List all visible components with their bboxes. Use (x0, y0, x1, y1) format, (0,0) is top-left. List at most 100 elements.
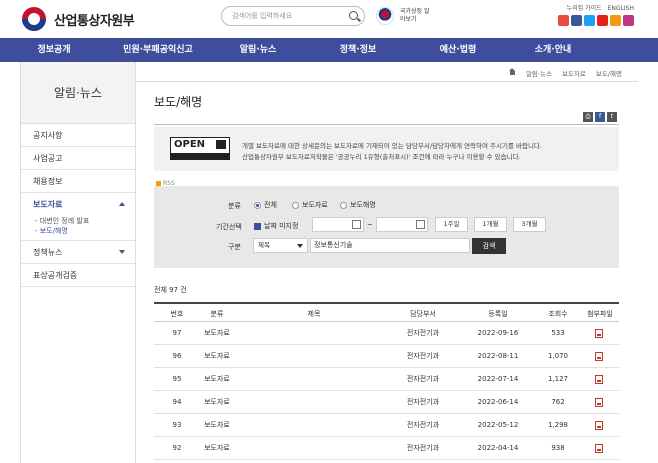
row-category: 보도자료 (204, 398, 230, 406)
kogl-logo-text: OPEN (174, 139, 206, 150)
row-views: 533 (551, 329, 565, 337)
period-1week-button[interactable]: 1주일 (435, 217, 468, 232)
search-placeholder: 검색어를 입력하세요 (232, 12, 293, 20)
row-views: 1,127 (547, 375, 569, 383)
top-link-guide[interactable]: 누리집 가이드 (567, 5, 602, 12)
breadcrumb-item-current: 보도/해명 (595, 70, 622, 78)
radio-press[interactable]: 보도자료 (292, 200, 328, 210)
sidebar-sub-briefing[interactable]: - 대변인 정례 발표 (35, 216, 135, 226)
row-views: 1,070 (547, 352, 569, 360)
table-row[interactable]: 92보도자료자료정보통신기술(ICT) 수출, 역대 최고 ...전자전기과20… (154, 437, 619, 460)
sns-instagram-icon[interactable] (623, 15, 634, 26)
row-dept: 전자전기과 (406, 421, 440, 429)
nav-item-policy[interactable]: 정책·정보 (308, 38, 408, 62)
col-date: 등록일 (488, 310, 508, 318)
calendar-icon[interactable] (352, 220, 361, 229)
sidebar-item-business[interactable]: 사업공고 (21, 147, 135, 170)
sns-twitter-icon[interactable] (584, 15, 595, 26)
date-separator: ~ (367, 221, 373, 229)
flag-text[interactable]: 국가상징 알아보기 (400, 8, 430, 24)
row-views: 762 (551, 398, 565, 406)
facebook-share-icon[interactable]: f (595, 112, 605, 122)
kogl-bar (171, 153, 229, 159)
col-title: 제목 (307, 310, 321, 318)
period-3month-button[interactable]: 3개월 (513, 217, 546, 232)
row-category: 보도자료 (204, 352, 230, 360)
row-dept: 전자전기과 (406, 329, 440, 337)
row-dept: 전자전기과 (406, 444, 440, 452)
radio-all[interactable]: 전체 (254, 200, 277, 210)
total-count: 전체 97 건 (154, 286, 187, 294)
sns-post-icon[interactable] (610, 15, 621, 26)
search-button[interactable]: 검색 (472, 238, 506, 254)
taegeuk-logo-icon (22, 7, 46, 31)
row-date: 2022-08-11 (477, 352, 519, 360)
search-filter: 분류 전체 보도자료 보도해명 기간선택 날짜 미지정 ~ 1주일 1개월 3개… (154, 186, 619, 268)
open-license-box: OPEN 개별 보도자료에 대한 상세문의는 보도자료에 기재되어 있는 담당부… (154, 127, 619, 171)
caret-down-icon (119, 250, 125, 254)
pdf-file-icon[interactable] (595, 421, 603, 430)
logo-text: 산업통상자원부 (54, 13, 135, 29)
breadcrumb-item-news[interactable]: 알림·뉴스 (526, 68, 552, 78)
table-header: 번호 분류 제목 담당부서 등록일 조회수 첨부파일 (154, 302, 619, 322)
nav-item-budget[interactable]: 예산·법령 (408, 38, 508, 62)
search-input[interactable]: 검색어를 입력하세요 (221, 6, 365, 26)
no-date-checkbox[interactable]: 날짜 미지정 (254, 221, 298, 231)
sidebar-item-press[interactable]: 보도자료 (21, 193, 135, 216)
top-header: 산업통상자원부 검색어를 입력하세요 국가상징 알아보기 누리집 가이드 ENG… (0, 0, 658, 38)
nav-item-civil[interactable]: 민원·부패공익신고 (108, 38, 208, 62)
pdf-file-icon[interactable] (595, 352, 603, 361)
sidebar-sub-press-explain[interactable]: - 보도/해명 (35, 226, 135, 236)
search-icon[interactable] (349, 11, 358, 20)
radio-explain[interactable]: 보도해명 (340, 200, 376, 210)
row-category: 보도자료 (204, 444, 230, 452)
table-row[interactable]: 96보도자료자료7월 정보통신기술(ICT) 수출 61.2억...전자전기과2… (154, 345, 619, 368)
sidebar-item-verify[interactable]: 표상공개검증 (21, 264, 135, 287)
sidebar-item-notice[interactable]: 공지사항 (21, 124, 135, 147)
sidebar-item-policy-news-label: 정책뉴스 (33, 248, 63, 257)
row-dept: 전자전기과 (406, 352, 440, 360)
sidebar-title: 알림·뉴스 (21, 62, 135, 124)
top-link-english[interactable]: ENGLISH (608, 5, 634, 12)
period-1month-button[interactable]: 1개월 (474, 217, 507, 232)
row-dept: 전자전기과 (406, 398, 440, 406)
nav-item-about[interactable]: 소개·안내 (508, 38, 598, 62)
table-row[interactable]: 93보도자료자료정보통신기술(ICT)수출, 4월 역대 최...전자전기과20… (154, 414, 619, 437)
table-row[interactable]: 94보도자료자료정보통신기술(ICT)수출, 역대 5월 수...전자전기과20… (154, 391, 619, 414)
search-type-select[interactable]: 제목 (253, 238, 308, 253)
row-date: 2022-07-14 (477, 375, 519, 383)
sns-facebook-icon[interactable] (571, 15, 582, 26)
kogl-logo: OPEN (170, 137, 230, 160)
nav-item-info[interactable]: 정보공개 (0, 38, 108, 62)
pdf-file-icon[interactable] (595, 444, 603, 453)
print-icon[interactable]: ⎙ (583, 112, 593, 122)
end-date-input[interactable] (376, 217, 428, 232)
sns-blog-icon[interactable] (597, 15, 608, 26)
sidebar-item-policy-news[interactable]: 정책뉴스 (21, 241, 135, 264)
site-logo[interactable]: 산업통상자원부 (22, 7, 135, 31)
breadcrumb-item-press[interactable]: 보도자료 (562, 68, 586, 78)
row-dept: 전자전기과 (406, 375, 440, 383)
pdf-file-icon[interactable] (595, 375, 603, 384)
period-label: 기간선택 (216, 223, 242, 231)
twitter-share-icon[interactable]: t (607, 112, 617, 122)
type-label: 구분 (228, 243, 241, 251)
home-icon[interactable] (508, 68, 516, 75)
col-category: 분류 (210, 310, 224, 318)
sns-youtube-icon[interactable] (558, 15, 569, 26)
row-date: 2022-09-16 (477, 329, 519, 337)
table-row[interactable]: 95보도자료자료정보통신기술(ICT)수출, 상반기 역대 ...전자전기과20… (154, 368, 619, 391)
pdf-file-icon[interactable] (595, 329, 603, 338)
nav-item-news[interactable]: 알림·뉴스 (208, 38, 308, 62)
sidebar-item-recruit[interactable]: 채용정보 (21, 170, 135, 193)
pdf-file-icon[interactable] (595, 398, 603, 407)
table-row[interactable]: 97보도자료자료8월 정보통신기술(ICT) 수출 193.1...전자전기과2… (154, 322, 619, 345)
national-flag-icon[interactable] (376, 7, 394, 25)
open-license-line1: 개별 보도자료에 대한 상세문의는 보도자료에 기재되어 있는 담당부서/담당자… (242, 142, 542, 150)
sidebar-subnav: - 대변인 정례 발표 - 보도/해명 (21, 216, 135, 241)
start-date-input[interactable] (312, 217, 364, 232)
open-license-line2: 산업통상자원부 보도자료저작물은 '공공누리 1유형(출처표시)' 조건에 따라… (242, 153, 521, 161)
calendar-icon[interactable] (416, 220, 425, 229)
title-divider (154, 124, 619, 125)
keyword-input[interactable]: 정보통신기술 (310, 238, 470, 253)
